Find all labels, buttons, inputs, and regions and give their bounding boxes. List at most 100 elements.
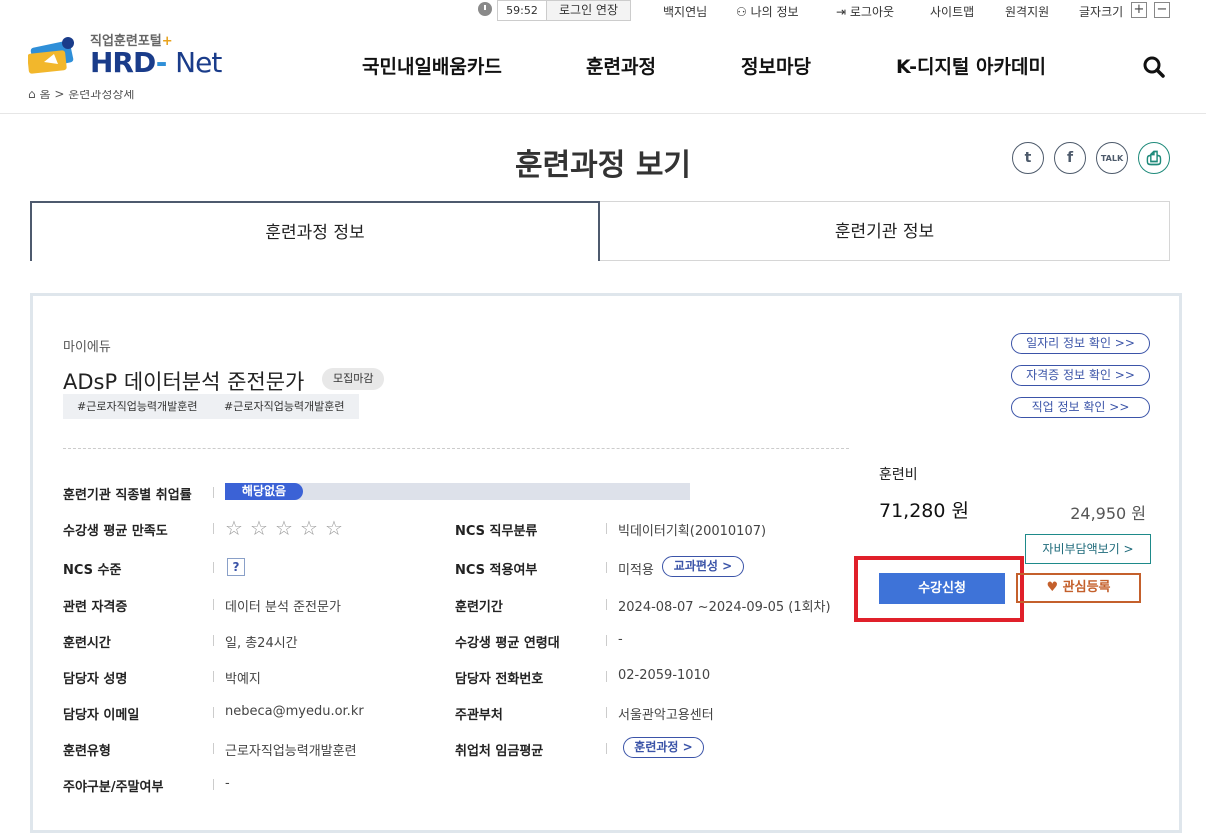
font-size-label: 글자크기 [1079,5,1124,19]
home-icon[interactable]: ⌂ [28,90,36,100]
favorite-button[interactable]: ♥ 관심등록 [1016,573,1141,603]
breadcrumb-current: 훈련과정상세 [68,90,135,100]
cert-label: 관련 자격증 [63,600,128,615]
fee-amount: 71,280 원 [879,500,970,522]
logout-label: 로그아웃 [849,5,895,19]
ncs-apply-label: NCS 적용여부 [455,563,538,578]
self-pay-button[interactable]: 자비부담액보기 > [1025,534,1151,564]
my-info-label: 나의 정보 [750,5,799,19]
period-value: 2024-08-07 ~2024-09-05 (1회차) [618,600,831,615]
separator [213,635,214,646]
tab-institution-info[interactable]: 훈련기관 정보 [600,201,1170,261]
separator [213,562,214,573]
star-icon: ☆ [325,516,343,540]
font-increase-button[interactable]: + [1131,2,1147,18]
employment-rate-label: 훈련기관 직종별 취업률 [63,488,192,503]
separator [213,779,214,790]
font-decrease-button[interactable]: − [1154,2,1170,18]
cert-info-link[interactable]: 자격증 정보 확인 >> [1011,365,1150,386]
course-title: ADsP 데이터분석 준전문가 [63,370,305,394]
separator [213,743,214,754]
star-icon: ☆ [225,516,243,540]
heart-icon: ♥ [1046,580,1059,595]
twitter-icon[interactable]: t [1012,142,1044,174]
separator [606,599,607,610]
employment-rate-bar: 해당없음 [225,483,690,500]
separator [606,707,607,718]
course-tag[interactable]: #근로자직업능력개발훈련 [63,394,212,419]
daynight-label: 주야구분/주말여부 [63,780,164,795]
favorite-label: 관심등록 [1062,580,1111,595]
nav-item-k-digital[interactable]: K-디지털 아카데미 [896,52,1046,79]
separator [213,707,214,718]
remote-support-link[interactable]: 원격지원 [1005,3,1049,20]
wage-course-button[interactable]: 훈련과정 > [623,737,704,758]
ncs-apply-value: 미적용 [618,563,654,578]
cert-value: 데이터 분석 준전문가 [225,600,341,615]
content-tabs: 훈련과정 정보 훈련기관 정보 [30,201,1170,261]
username-link[interactable]: 백지연님 [663,3,707,20]
employment-rate-value: 해당없음 [225,483,303,500]
separator [606,671,607,682]
my-info-link[interactable]: ⚇ 나의 정보 [736,3,799,20]
tab-course-info[interactable]: 훈련과정 정보 [30,201,600,261]
course-tag[interactable]: #근로자직업능력개발훈련 [210,394,359,419]
hrd-net-logo[interactable]: 직업훈련포털+ HRD- Net [28,28,228,80]
star-icon: ☆ [300,516,318,540]
separator [606,635,607,646]
ncs-job-label: NCS 직무분류 [455,524,538,539]
ncs-job-value: 빅데이터기획(20010107) [618,524,767,539]
manager-label: 담당자 성명 [63,672,128,687]
agency-value: 서울관악고용센터 [618,708,714,723]
period-label: 훈련기간 [455,600,503,615]
search-icon[interactable] [1143,56,1165,78]
apply-button[interactable]: 수강신청 [879,573,1005,604]
fee-label: 훈련비 [879,467,918,483]
job-info-link[interactable]: 일자리 정보 확인 >> [1011,333,1150,354]
separator [213,671,214,682]
nav-item-card[interactable]: 국민내일배움카드 [362,52,502,79]
logo-wordmark: HRD- Net [90,46,222,79]
age-label: 수강생 평균 연령대 [455,636,560,651]
clock-icon [478,2,492,16]
hours-label: 훈련시간 [63,636,111,651]
separator [213,523,214,534]
hours-value: 일, 총24시간 [225,636,298,651]
print-icon[interactable]: ⎙ [1138,142,1170,174]
phone-value: 02-2059-1010 [618,668,711,683]
separator [213,599,214,610]
facebook-icon[interactable]: f [1054,142,1086,174]
breadcrumb: ⌂ 홈 > 훈련과정상세 [28,90,134,100]
daynight-value: - [225,776,230,791]
curriculum-button[interactable]: 교과편성 > [662,556,744,577]
satisfaction-label: 수강생 평균 만족도 [63,524,168,539]
type-label: 훈련유형 [63,744,111,759]
manager-value: 박예지 [225,672,261,687]
email-value: nebeca@myedu.or.kr [225,704,364,719]
kakaotalk-icon[interactable]: TALK [1096,142,1128,174]
star-icon: ☆ [275,516,293,540]
session-timer: 59:52 [497,0,547,21]
separator [606,743,607,754]
sitemap-link[interactable]: 사이트맵 [930,3,974,20]
separator [213,487,214,498]
occupation-info-link[interactable]: 직업 정보 확인 >> [1011,397,1150,418]
phone-label: 담당자 전화번호 [455,672,544,687]
user-icon: ⚇ [736,5,747,19]
breadcrumb-home[interactable]: 홈 [39,90,50,100]
section-divider [63,448,849,449]
separator [606,562,607,573]
star-icon: ☆ [250,516,268,540]
header-divider [0,113,1206,114]
logout-link[interactable]: ⇥ 로그아웃 [836,3,894,20]
extend-login-button[interactable]: 로그인 연장 [546,0,631,21]
breadcrumb-separator: > [54,90,65,100]
nav-item-info[interactable]: 정보마당 [741,52,811,79]
self-pay-amount: 24,950 원 [1070,504,1146,523]
help-icon[interactable]: ? [227,558,245,576]
type-value: 근로자직업능력개발훈련 [225,744,357,759]
nav-item-courses[interactable]: 훈련과정 [586,52,656,79]
email-label: 담당자 이메일 [63,708,140,723]
provider-name: 마이에듀 [63,340,111,355]
wage-label: 취업처 임금평균 [455,744,544,759]
